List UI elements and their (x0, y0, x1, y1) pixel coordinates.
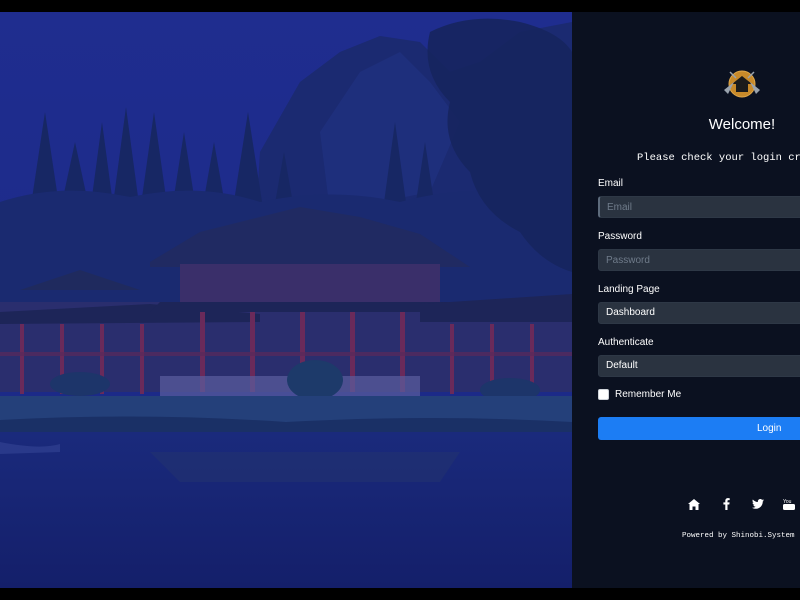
landing-page-select[interactable]: Dashboard (598, 302, 800, 324)
shinobi-logo-icon (724, 70, 760, 98)
authenticate-label: Authenticate (598, 337, 654, 348)
login-panel: Welcome! Please check your login cred Em… (572, 12, 800, 588)
authenticate-select[interactable]: Default (598, 355, 800, 377)
temple-lake-photo (0, 12, 572, 588)
youtube-icon[interactable]: You (782, 497, 798, 511)
login-instructions: Please check your login cred (637, 152, 800, 164)
home-icon[interactable] (686, 497, 702, 511)
welcome-heading: Welcome! (708, 116, 776, 133)
password-input[interactable] (598, 249, 800, 271)
email-input[interactable] (598, 196, 800, 218)
hero-background-image (0, 12, 572, 588)
landing-page-label: Landing Page (598, 284, 660, 295)
powered-by-text: Powered by Shinobi.System (682, 532, 795, 540)
remember-me-checkbox[interactable] (598, 389, 609, 400)
remember-me-label: Remember Me (615, 389, 682, 400)
facebook-icon[interactable] (718, 497, 734, 511)
remember-me-row: Remember Me (598, 389, 681, 400)
password-label: Password (598, 231, 642, 242)
social-links: You (686, 497, 798, 511)
twitter-icon[interactable] (750, 497, 766, 511)
login-screen: Welcome! Please check your login cred Em… (0, 0, 800, 600)
email-label: Email (598, 178, 624, 189)
login-button[interactable]: Login (598, 417, 800, 440)
